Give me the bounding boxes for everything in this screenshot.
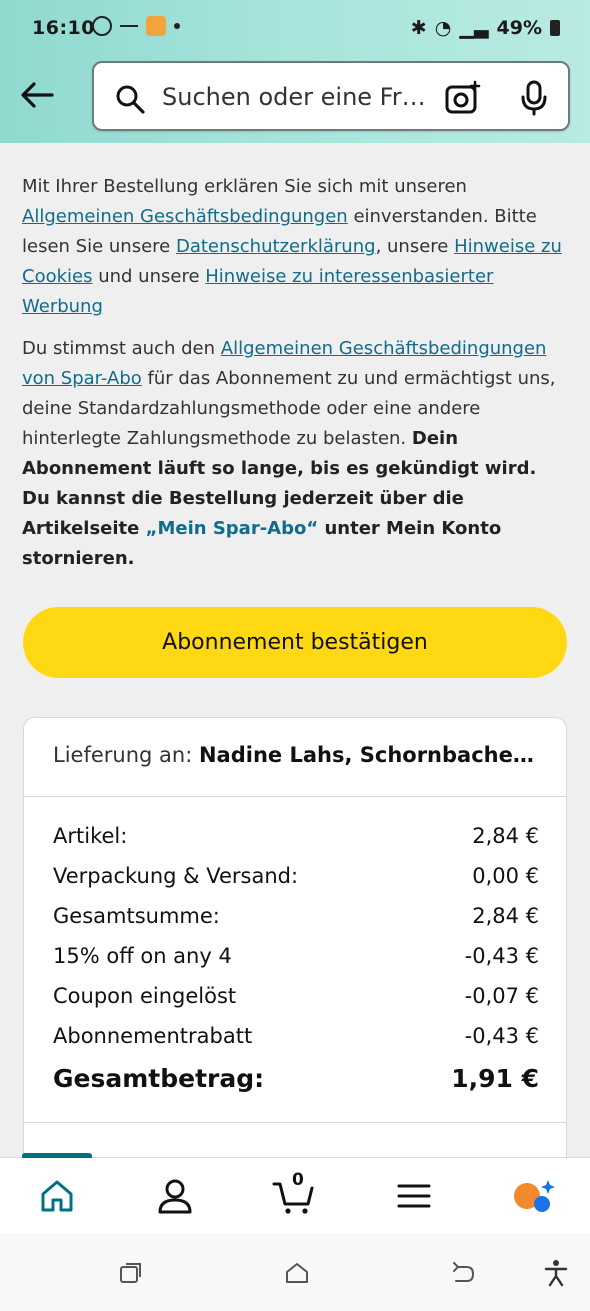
row-label: Verpackung & Versand: xyxy=(53,864,299,888)
privacy-link[interactable]: Datenschutzerklärung xyxy=(176,236,376,257)
more-notifications-icon xyxy=(174,23,180,29)
app-header: 16:10 ✱ ◔ ▁▃ 49% Suchen oder eine Fr… xyxy=(0,0,590,143)
subscription-paragraph: Du stimmst auch den Allgemeinen Geschäft… xyxy=(22,334,570,574)
summary-row-shipping: Verpackung & Versand: 0,00 € xyxy=(53,856,539,896)
cart-count: 0 xyxy=(292,1170,304,1190)
battery-icon xyxy=(550,20,560,36)
android-back-icon xyxy=(453,1262,475,1282)
nav-rufus[interactable] xyxy=(512,1176,555,1216)
order-summary-card: Lieferung an: Nadine Lahs, Schornbache… … xyxy=(23,717,567,1197)
back-button[interactable] xyxy=(18,75,58,115)
recent-apps-icon xyxy=(120,1263,141,1283)
row-value: -0,07 € xyxy=(464,984,539,1008)
summary-row-subtotal: Gesamtsumme: 2,84 € xyxy=(53,896,539,936)
accessibility-button[interactable] xyxy=(543,1259,569,1291)
camera-search-icon[interactable] xyxy=(444,80,482,120)
divider xyxy=(24,796,566,797)
dash-icon xyxy=(120,25,138,27)
home-button[interactable] xyxy=(284,1261,310,1289)
back-arrow-icon xyxy=(21,82,54,108)
terms-link[interactable]: Allgemeinen Geschäftsbedingungen xyxy=(22,206,348,227)
summary-row-total: Gesamtbetrag: 1,91 € xyxy=(53,1056,539,1102)
home-icon xyxy=(41,1180,73,1212)
whatsapp-icon xyxy=(92,16,112,36)
status-bar: 16:10 ✱ ◔ ▁▃ 49% xyxy=(0,0,590,56)
terms-paragraph: Mit Ihrer Bestellung erklären Sie sich m… xyxy=(22,172,570,322)
row-value: 2,84 € xyxy=(472,824,539,848)
signal-icon: ▁▃ xyxy=(459,17,489,39)
search-icon xyxy=(114,83,146,119)
status-right: ✱ ◔ ▁▃ 49% xyxy=(411,17,560,39)
delivery-address[interactable]: Lieferung an: Nadine Lahs, Schornbache… xyxy=(53,743,534,767)
recent-apps-button[interactable] xyxy=(118,1261,144,1289)
legal-text: , unsere xyxy=(375,236,455,257)
delivery-name: Nadine Lahs, Schornbache… xyxy=(198,743,534,767)
summary-row-promo: 15% off on any 4 -0,43 € xyxy=(53,936,539,976)
legal-text: Du stimmst auch den xyxy=(22,338,221,359)
row-value: 0,00 € xyxy=(472,864,539,888)
accessibility-icon xyxy=(544,1260,568,1287)
status-time: 16:10 xyxy=(32,17,95,39)
assistant-icon xyxy=(514,1180,555,1212)
summary-row-subscription-discount: Abonnementrabatt -0,43 € xyxy=(53,1016,539,1056)
row-label: 15% off on any 4 xyxy=(53,944,232,968)
notification-icons xyxy=(92,16,180,36)
delivery-label: Lieferung an: xyxy=(53,743,199,767)
app-notification-icon xyxy=(146,16,166,36)
row-label: Coupon eingelöst xyxy=(53,984,237,1008)
row-value: -0,43 € xyxy=(464,944,539,968)
legal-text: und unsere xyxy=(92,266,206,287)
nav-home[interactable] xyxy=(37,1176,77,1216)
total-value: 1,91 € xyxy=(451,1064,539,1093)
price-breakdown: Artikel: 2,84 € Verpackung & Versand: 0,00… xyxy=(53,816,539,1102)
row-value: 2,84 € xyxy=(472,904,539,928)
active-tab-indicator xyxy=(22,1153,92,1158)
system-navigation-bar xyxy=(0,1233,590,1311)
legal-text: Mit Ihrer Bestellung erklären Sie sich m… xyxy=(22,176,467,197)
nav-account[interactable] xyxy=(155,1176,195,1216)
android-home-icon xyxy=(286,1263,308,1283)
back-system-button[interactable] xyxy=(450,1261,476,1289)
bottom-navigation: 0 xyxy=(0,1153,590,1233)
wifi-icon: ◔ xyxy=(434,17,452,39)
summary-row-items: Artikel: 2,84 € xyxy=(53,816,539,856)
row-label: Gesamtsumme: xyxy=(53,904,220,928)
search-bar[interactable]: Suchen oder eine Fr… xyxy=(92,61,570,131)
user-icon xyxy=(158,1179,192,1214)
total-label: Gesamtbetrag: xyxy=(53,1064,265,1093)
nav-menu[interactable] xyxy=(394,1176,434,1216)
microphone-icon[interactable] xyxy=(519,80,549,120)
row-value: -0,43 € xyxy=(464,1024,539,1048)
mein-spar-abo-link[interactable]: „Mein Spar-Abo“ xyxy=(146,518,319,539)
search-placeholder[interactable]: Suchen oder eine Fr… xyxy=(162,83,426,111)
battery-percent: 49% xyxy=(496,17,542,39)
nav-cart[interactable]: 0 xyxy=(272,1170,314,1216)
confirm-subscription-button[interactable]: Abonnement bestätigen xyxy=(23,607,567,678)
row-label: Artikel: xyxy=(53,824,128,848)
menu-icon xyxy=(397,1184,431,1208)
summary-row-coupon: Coupon eingelöst -0,07 € xyxy=(53,976,539,1016)
legal-notice: Mit Ihrer Bestellung erklären Sie sich m… xyxy=(22,172,570,586)
bluetooth-icon: ✱ xyxy=(410,17,427,39)
row-label: Abonnementrabatt xyxy=(53,1024,253,1048)
divider xyxy=(24,1122,566,1123)
